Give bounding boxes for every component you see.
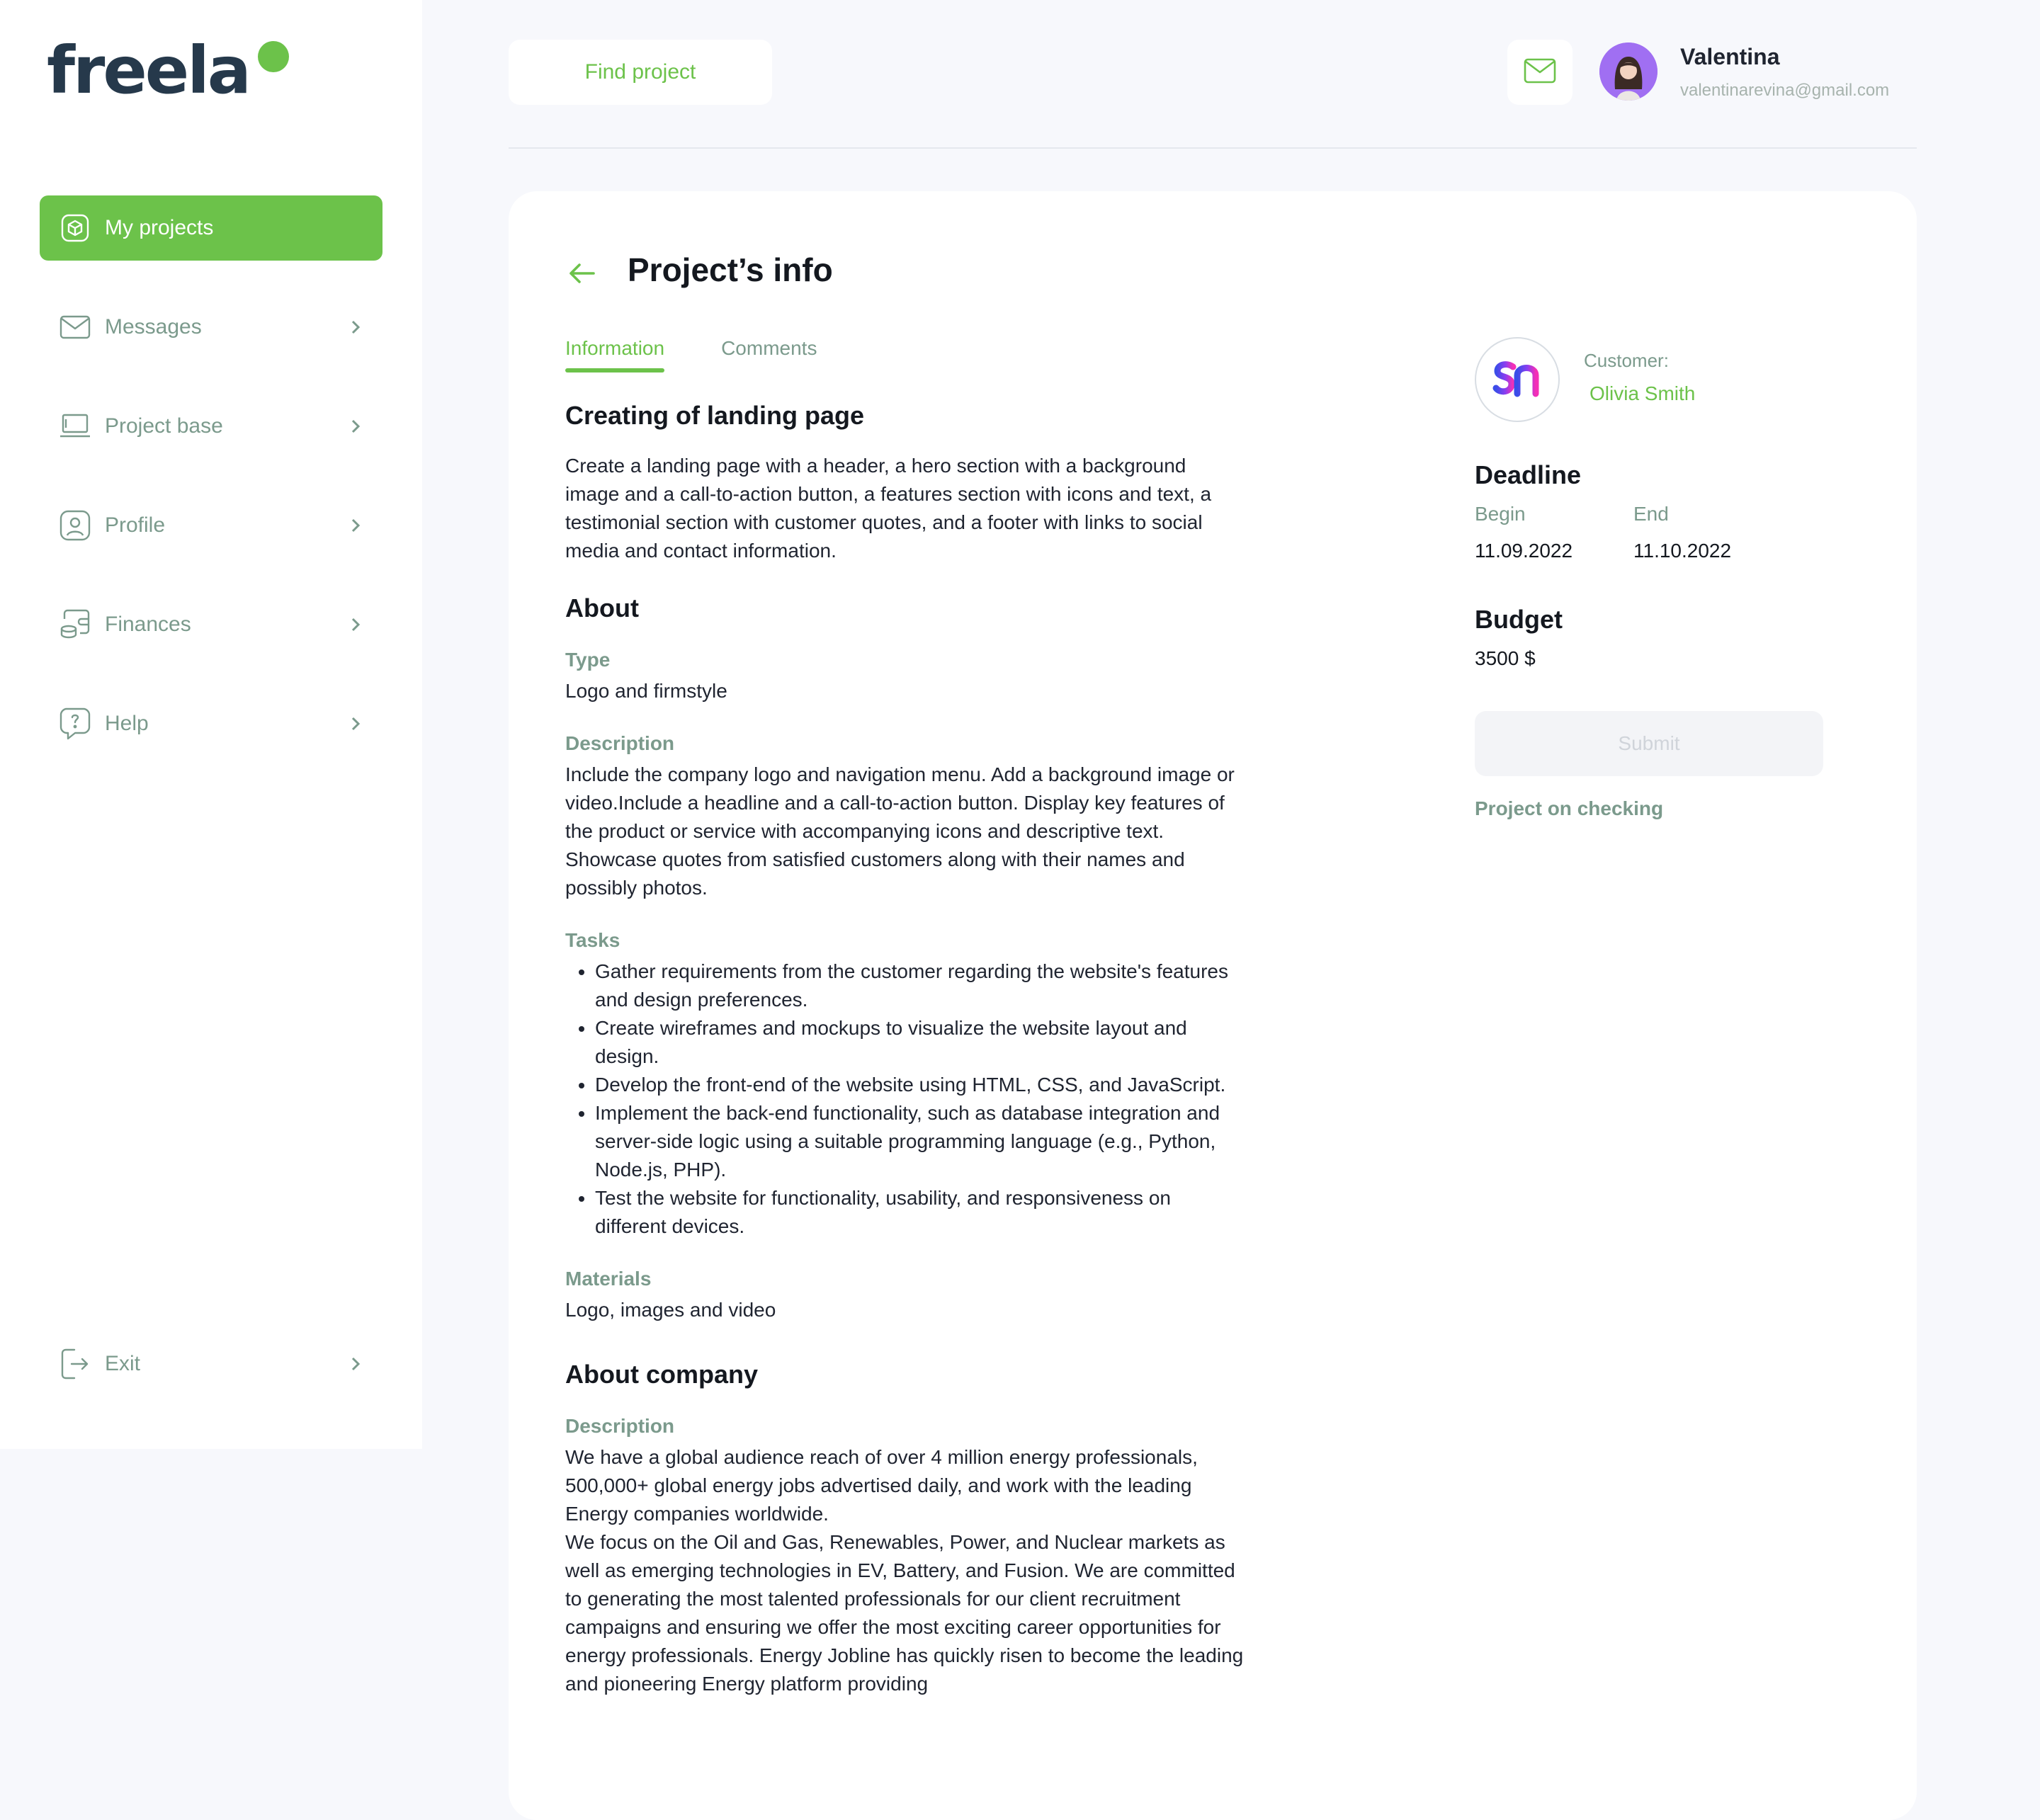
about-heading: About xyxy=(565,593,639,622)
back-arrow-icon[interactable] xyxy=(565,256,599,290)
materials-label: Materials xyxy=(565,1268,652,1290)
sidebar-item-help[interactable]: Help xyxy=(40,691,382,756)
company-description-label: Description xyxy=(565,1415,675,1437)
sidebar-item-label: Profile xyxy=(105,513,166,537)
customer-logo xyxy=(1475,337,1560,422)
sidebar-item-label: Finances xyxy=(105,613,191,636)
mail-icon xyxy=(1524,58,1556,87)
list-item: Implement the back-end functionality, su… xyxy=(595,1099,1245,1184)
project-info-card: Project’s info Information Comments Crea… xyxy=(509,191,1917,1820)
chevron-right-icon xyxy=(347,616,364,633)
chevron-right-icon xyxy=(347,517,364,534)
wallet-icon xyxy=(58,608,92,642)
about-company-heading: About company xyxy=(565,1360,759,1389)
list-item: Test the website for functionality, usab… xyxy=(595,1184,1245,1241)
list-item: Develop the front-end of the website usi… xyxy=(595,1071,1245,1099)
logo-dot xyxy=(257,41,289,72)
end-label: End xyxy=(1633,503,1669,525)
company-description-p2: We focus on the Oil and Gas, Renewables,… xyxy=(565,1531,1244,1695)
tasks-list: Gather requirements from the customer re… xyxy=(595,957,1245,1241)
sidebar-item-label: Exit xyxy=(105,1352,141,1375)
project-details: Creating of landing page Create a landin… xyxy=(565,401,1245,1698)
deadline-heading: Deadline xyxy=(1475,460,1582,489)
help-icon xyxy=(58,707,92,741)
customer-label: Customer: xyxy=(1584,350,1669,371)
cube-icon xyxy=(58,211,92,245)
user-email: valentinarevina@gmail.com xyxy=(1680,81,1890,100)
sidebar-item-exit[interactable]: Exit xyxy=(40,1331,382,1397)
exit-icon xyxy=(58,1347,92,1381)
end-date: 11.10.2022 xyxy=(1633,540,1732,562)
messages-button[interactable] xyxy=(1507,40,1572,105)
logo-text: freela xyxy=(47,33,251,108)
user-icon xyxy=(58,508,92,542)
budget-heading: Budget xyxy=(1475,605,1563,634)
tab-information[interactable]: Information xyxy=(565,337,665,372)
user-name: Valentina xyxy=(1680,44,1780,69)
sidebar-item-profile[interactable]: Profile xyxy=(40,493,382,558)
type-label: Type xyxy=(565,649,611,671)
sidebar-item-label: Help xyxy=(105,712,149,735)
project-summary: Create a landing page with a header, a h… xyxy=(565,455,1212,562)
page-title: Project’s info xyxy=(628,251,833,288)
budget-value: 3500 $ xyxy=(1475,647,1536,669)
sidebar-item-label: Project base xyxy=(105,414,223,438)
list-item: Create wireframes and mockups to visuali… xyxy=(595,1014,1245,1071)
materials-value: Logo, images and video xyxy=(565,1299,776,1321)
begin-date: 11.09.2022 xyxy=(1475,540,1573,562)
sidebar-item-finances[interactable]: Finances xyxy=(40,592,382,657)
chevron-right-icon xyxy=(347,715,364,732)
submit-button[interactable]: Submit xyxy=(1475,711,1823,776)
description-value: Include the company logo and navigation … xyxy=(565,763,1235,899)
chevron-right-icon xyxy=(347,319,364,336)
sidebar-item-project-base[interactable]: Project base xyxy=(40,394,382,459)
customer-name-link[interactable]: Olivia Smith xyxy=(1590,382,1695,405)
sidebar: freela My projects Messages Project base… xyxy=(0,0,422,1449)
header-divider xyxy=(509,147,1917,149)
sidebar-item-messages[interactable]: Messages xyxy=(40,295,382,360)
sidebar-nav: My projects Messages Project base Profil… xyxy=(40,195,382,790)
laptop-icon xyxy=(58,409,92,443)
brand-logo[interactable]: freela xyxy=(47,35,289,106)
chevron-right-icon xyxy=(347,418,364,435)
status-text: Project on checking xyxy=(1475,797,1664,819)
sidebar-item-label: Messages xyxy=(105,315,202,339)
mail-icon xyxy=(58,310,92,344)
company-description-p1: We have a global audience reach of over … xyxy=(565,1446,1198,1525)
sn-logo-icon xyxy=(1492,357,1543,403)
begin-label: Begin xyxy=(1475,503,1526,525)
tabs: Information Comments xyxy=(565,337,817,372)
type-value: Logo and firmstyle xyxy=(565,680,727,702)
sidebar-item-label: My projects xyxy=(105,216,214,239)
project-title: Creating of landing page xyxy=(565,401,865,430)
find-project-button[interactable]: Find project xyxy=(509,40,772,105)
tab-comments[interactable]: Comments xyxy=(721,337,817,372)
description-label: Description xyxy=(565,732,675,754)
sidebar-item-my-projects[interactable]: My projects xyxy=(40,195,382,261)
list-item: Gather requirements from the customer re… xyxy=(595,957,1245,1014)
avatar[interactable] xyxy=(1599,42,1658,101)
tasks-label: Tasks xyxy=(565,929,620,951)
chevron-right-icon xyxy=(347,1355,364,1372)
exit-section: Exit xyxy=(40,1331,382,1431)
